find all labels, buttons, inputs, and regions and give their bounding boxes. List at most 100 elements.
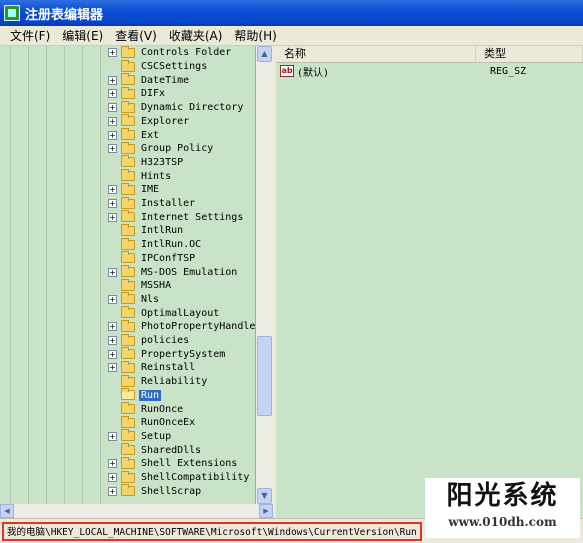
tree-item[interactable]: + DateTime (108, 73, 191, 87)
folder-icon (121, 415, 135, 428)
tree-item[interactable]: + Shell Extensions (108, 456, 239, 471)
tree-item[interactable]: OptimalLayout (108, 306, 221, 320)
menu-edit[interactable]: 编辑(E) (56, 27, 109, 44)
tree-item-label: Installer (141, 198, 196, 210)
folder-icon (121, 223, 135, 236)
tree-item[interactable]: + Installer (108, 196, 197, 211)
tree-guide-line (82, 46, 83, 504)
tree-item[interactable]: H323TSP (108, 155, 185, 170)
tree-item[interactable]: + Reinstall (108, 360, 197, 375)
column-header-name[interactable]: 名称 (276, 46, 476, 62)
title-bar[interactable]: 注册表编辑器 (0, 0, 583, 26)
watermark-title: 阳光系统 (446, 481, 559, 511)
tree-item[interactable]: + Internet Settings (108, 210, 245, 224)
tree-item[interactable]: + Controls Folder (108, 46, 233, 60)
tree-item[interactable]: Hints (108, 169, 173, 183)
folder-icon (121, 182, 135, 195)
column-header-type[interactable]: 类型 (476, 46, 583, 62)
tree-item[interactable]: + PhotoPropertyHandler (108, 319, 256, 334)
no-expander (108, 391, 117, 400)
tree-item[interactable]: CSCSettings (108, 59, 209, 74)
tree-item-label: CSCSettings (141, 61, 208, 73)
expand-plus-icon[interactable]: + (108, 363, 117, 373)
expand-plus-icon[interactable]: + (108, 116, 117, 126)
tree-item[interactable]: + Setup (108, 429, 173, 444)
tree-item[interactable]: + ShellScrap (108, 484, 203, 498)
tree-item[interactable]: RunOnce (108, 402, 185, 416)
status-key-path: 我的电脑\HKEY_LOCAL_MACHINE\SOFTWARE\Microso… (2, 522, 422, 541)
tree-vertical-scrollbar[interactable]: ▲ ▼ (256, 46, 273, 504)
folder-icon (121, 210, 135, 223)
menu-help[interactable]: 帮助(H) (228, 27, 282, 44)
expand-plus-icon[interactable]: + (108, 473, 117, 483)
expand-plus-icon[interactable]: + (108, 75, 117, 85)
tree-item[interactable]: Run (108, 388, 162, 403)
expand-plus-icon[interactable]: + (108, 294, 117, 304)
registry-key-tree[interactable]: + Controls Folder CSCSettings + DateTime + DIF… (0, 46, 256, 504)
scroll-down-arrow-icon[interactable]: ▼ (257, 488, 272, 504)
tree-item[interactable]: + Nls (108, 292, 161, 307)
expand-plus-icon[interactable]: + (108, 322, 117, 332)
tree-item-label: OptimalLayout (141, 307, 220, 319)
expand-plus-icon[interactable]: + (108, 103, 117, 113)
tree-item[interactable]: + Explorer (108, 114, 191, 129)
scroll-right-arrow-icon[interactable]: ▶ (259, 504, 273, 518)
tree-item-label: PhotoPropertyHandler (141, 321, 256, 333)
tree-item[interactable]: + Dynamic Directory (108, 100, 245, 115)
registry-value-list[interactable]: 名称 类型 ab (默认) REG_SZ (276, 46, 583, 518)
tree-item-label: DateTime (141, 74, 190, 86)
tree-item-label: Controls Folder (141, 47, 232, 59)
expand-plus-icon[interactable]: + (108, 431, 117, 441)
tree-item[interactable]: + Ext (108, 128, 161, 142)
menu-file[interactable]: 文件(F) (4, 27, 56, 44)
tree-guide-line (64, 46, 65, 504)
tree-item-label: IntlRun.OC (141, 239, 202, 251)
tree-item[interactable]: + MS-DOS Emulation (108, 265, 239, 279)
expand-plus-icon[interactable]: + (108, 486, 117, 496)
tree-item[interactable]: + IME (108, 182, 161, 197)
tree-item[interactable]: IPConfTSP (108, 251, 197, 266)
expand-plus-icon[interactable]: + (108, 130, 117, 140)
folder-icon (121, 347, 135, 360)
expand-plus-icon[interactable]: + (108, 89, 117, 99)
tree-item-label: Ext (141, 129, 160, 141)
tree-item[interactable]: + DIFx (108, 86, 167, 101)
menu-favorites[interactable]: 收藏夹(A) (163, 27, 229, 44)
expand-plus-icon[interactable]: + (108, 349, 117, 359)
scroll-left-arrow-icon[interactable]: ◀ (0, 504, 14, 518)
folder-icon (121, 402, 135, 415)
tree-item[interactable]: IntlRun.OC (108, 237, 203, 252)
tree-item-label: Reinstall (141, 362, 196, 374)
scroll-thumb[interactable] (257, 336, 272, 416)
expand-plus-icon[interactable]: + (108, 459, 117, 469)
scroll-up-arrow-icon[interactable]: ▲ (257, 46, 272, 62)
tree-item[interactable]: MSSHA (108, 278, 173, 293)
folder-icon (121, 46, 135, 58)
expand-plus-icon[interactable]: + (108, 336, 117, 346)
folder-icon (121, 155, 135, 168)
tree-item[interactable]: SharedDlls (108, 443, 203, 457)
expand-plus-icon[interactable]: + (108, 144, 117, 154)
menu-view[interactable]: 查看(V) (109, 27, 163, 44)
tree-item[interactable]: + PropertySystem (108, 347, 227, 361)
menu-bar: 文件(F) 编辑(E) 查看(V) 收藏夹(A) 帮助(H) (0, 26, 583, 46)
expand-plus-icon[interactable]: + (108, 212, 117, 222)
expand-plus-icon[interactable]: + (108, 199, 117, 209)
no-expander (108, 158, 117, 167)
tree-item[interactable]: RunOnceEx (108, 415, 197, 430)
regedit-app-icon (4, 5, 20, 21)
tree-item[interactable]: + ShellCompatibility (108, 470, 251, 485)
tree-item[interactable]: Reliability (108, 374, 209, 389)
tree-item[interactable]: + Group Policy (108, 141, 215, 156)
tree-horizontal-scrollbar[interactable]: ◀ ▶ (0, 504, 273, 518)
tree-item-label: policies (141, 335, 190, 347)
value-row[interactable]: ab (默认) REG_SZ (280, 64, 580, 79)
folder-icon (121, 456, 135, 469)
folder-icon (121, 374, 135, 387)
list-header: 名称 类型 (276, 46, 583, 63)
tree-item[interactable]: + policies (108, 333, 191, 348)
expand-plus-icon[interactable]: + (108, 267, 117, 277)
tree-item[interactable]: IntlRun (108, 223, 185, 238)
expand-plus-icon[interactable]: + (108, 48, 117, 58)
expand-plus-icon[interactable]: + (108, 185, 117, 195)
